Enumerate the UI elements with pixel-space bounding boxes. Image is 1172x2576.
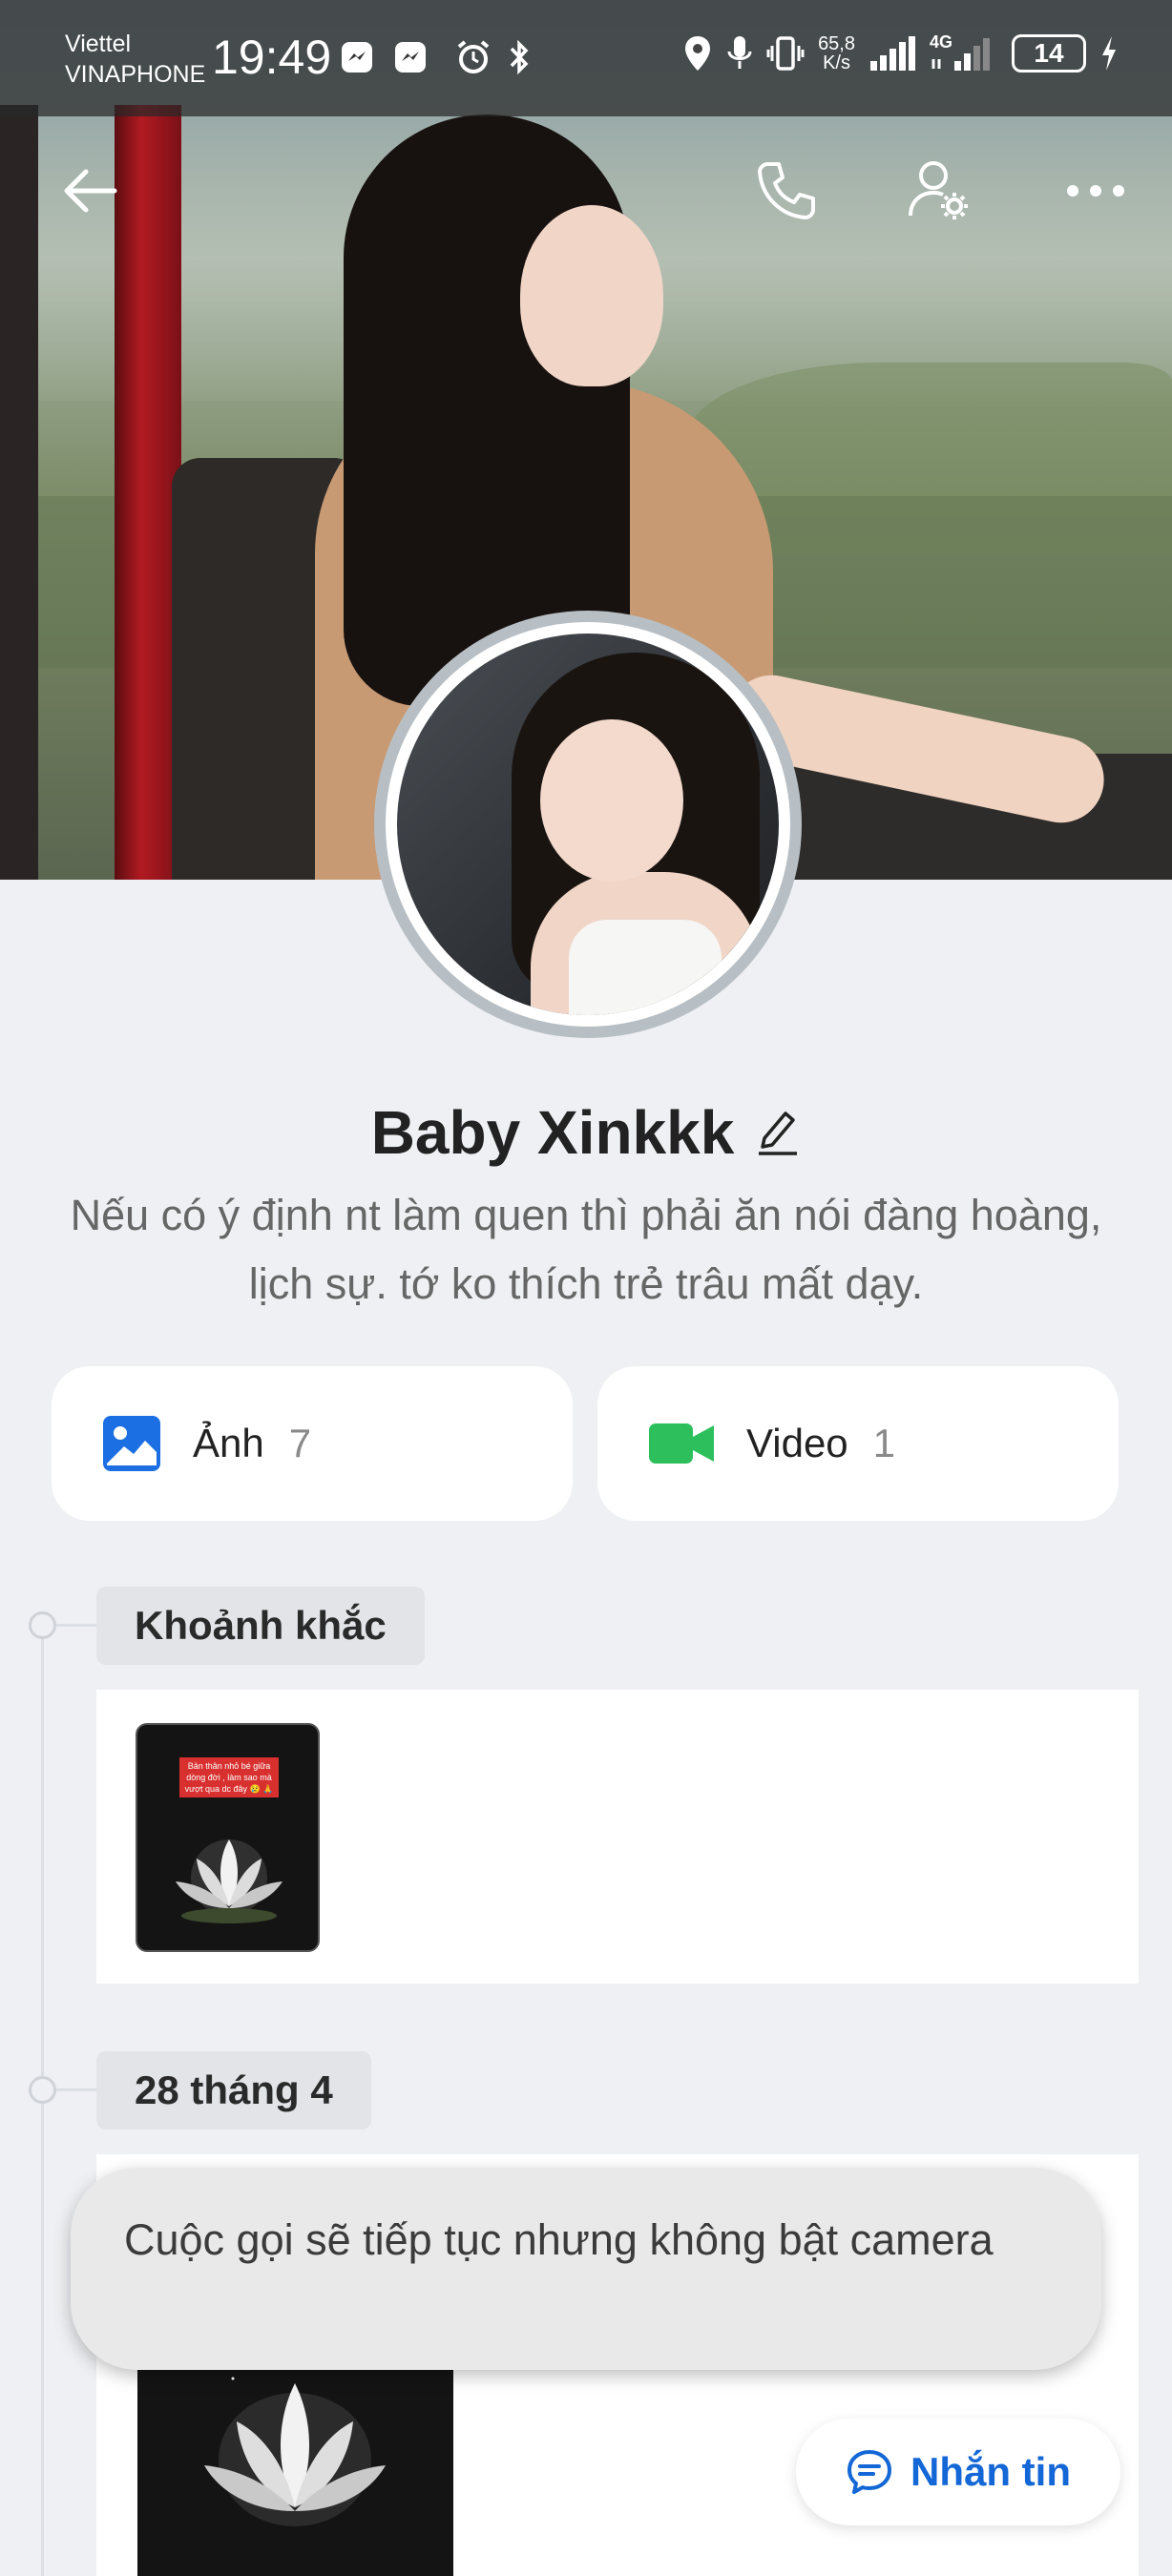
- profile-settings-button[interactable]: [901, 153, 977, 229]
- avatar-top: [569, 920, 722, 1015]
- alarm-icon: [454, 38, 492, 76]
- status-bar: Viettel VINAPHONE 19:49 65,8 K/s 4G 14: [0, 0, 1172, 116]
- videos-count: 1: [872, 1421, 896, 1465]
- moment-caption: Bản thân nhỏ bé giữa dòng đời , làm sao …: [179, 1757, 279, 1797]
- charging-icon: [1102, 36, 1116, 71]
- profile-name-row: Baby Xinkkk: [0, 1097, 1172, 1168]
- avatar-image: [397, 634, 779, 1015]
- cover-cabin-frame: [0, 105, 38, 880]
- videos-label: Video: [746, 1421, 848, 1465]
- more-button[interactable]: [1057, 153, 1134, 229]
- photos-count: 7: [288, 1421, 312, 1465]
- carrier-1: Viettel: [65, 31, 132, 57]
- avatar-face: [540, 719, 683, 882]
- status-right: 65,8 K/s 4G 14: [682, 32, 1119, 73]
- user-settings-icon: [909, 161, 968, 219]
- microphone-icon: [727, 36, 752, 69]
- network-speed: 65,8 K/s: [818, 34, 855, 73]
- profile-bio: Nếu có ý định nt làm quen thì phải ăn nó…: [70, 1191, 1102, 1308]
- moments-panel: Bản thân nhỏ bé giữa dòng đời , làm sao …: [96, 1690, 1139, 1984]
- call-button[interactable]: [748, 153, 825, 229]
- messenger-icon: [338, 38, 376, 76]
- status-time: 19:49: [212, 31, 332, 84]
- timeline-dot: [29, 1611, 56, 1639]
- avatar[interactable]: [374, 611, 802, 1038]
- video-camera-icon: [649, 1423, 714, 1464]
- send-message-button[interactable]: Nhắn tin: [796, 2419, 1120, 2525]
- edit-name-button[interactable]: [755, 1104, 801, 1162]
- back-arrow-icon: [64, 169, 117, 213]
- carrier-2: VINAPHONE: [65, 61, 206, 88]
- timeline-dot: [29, 2076, 56, 2104]
- speed-value: 65,8: [818, 33, 855, 54]
- photos-label: Ảnh: [193, 1421, 264, 1465]
- battery-indicator: 14: [1012, 34, 1086, 73]
- messenger-icon-2: [391, 38, 429, 76]
- pencil-icon: [759, 1111, 798, 1155]
- chat-bubble-icon: [848, 2450, 891, 2494]
- videos-card[interactable]: Video 1: [597, 1366, 1119, 1521]
- lotus-image: [176, 1839, 283, 1923]
- moment-thumbnail[interactable]: Bản thân nhỏ bé giữa dòng đời , làm sao …: [136, 1723, 320, 1952]
- photos-card[interactable]: Ảnh 7: [52, 1366, 573, 1521]
- timeline-connector: [56, 1624, 98, 1627]
- carrier-names: Viettel VINAPHONE: [65, 29, 205, 90]
- more-icon: [1067, 185, 1124, 197]
- signal-4g-icon: 4G: [930, 32, 998, 73]
- back-button[interactable]: [52, 153, 128, 229]
- cover-person-face: [520, 205, 663, 386]
- send-message-label: Nhắn tin: [910, 2449, 1071, 2494]
- bluetooth-icon: [500, 38, 538, 76]
- speed-unit: K/s: [823, 52, 850, 73]
- phone-icon: [758, 162, 815, 219]
- toast-message: Cuộc gọi sẽ tiếp tục nhưng không bật cam…: [71, 2168, 1101, 2370]
- date-section-title: 28 tháng 4: [96, 2051, 371, 2129]
- vibrate-icon: [766, 36, 805, 71]
- photo-icon: [103, 1416, 160, 1471]
- timeline-connector: [56, 2088, 98, 2091]
- moments-section-title: Khoảnh khắc: [96, 1587, 425, 1665]
- location-icon: [685, 36, 711, 71]
- profile-name: Baby Xinkkk: [370, 1098, 735, 1167]
- signal-icon: [870, 36, 915, 71]
- avatar-border: [386, 622, 790, 1027]
